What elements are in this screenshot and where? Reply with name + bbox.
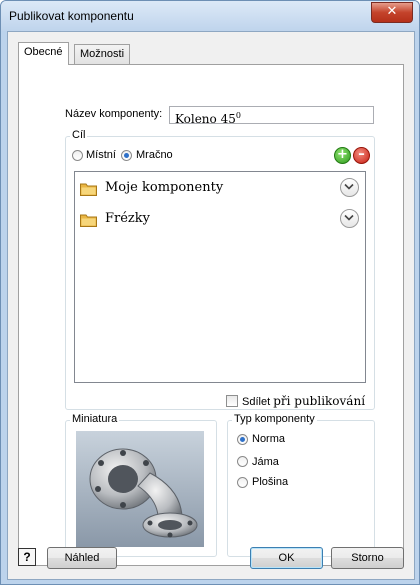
pipe-flange-image bbox=[89, 448, 198, 538]
share-label-middle: při bbox=[273, 394, 295, 408]
radio-pit-label: Jáma bbox=[252, 456, 279, 468]
folder-icon bbox=[80, 214, 97, 227]
component-name-input[interactable]: Koleno 450 bbox=[169, 106, 374, 126]
folder-name: Moje komponenty bbox=[105, 180, 224, 195]
chevron-down-icon bbox=[344, 183, 354, 190]
target-group: Cíl Místní Mračno + – Moje komponenty Fr… bbox=[65, 129, 375, 410]
publish-component-dialog: Publikovat komponentu ✕ Obecné Možnosti … bbox=[0, 0, 420, 585]
remove-folder-button[interactable]: – bbox=[353, 147, 370, 164]
tab-general[interactable]: Obecné bbox=[18, 42, 69, 65]
radio-platform-label: Plošina bbox=[252, 476, 289, 488]
help-button[interactable]: ? bbox=[18, 548, 36, 566]
component-name-value: Koleno 45 bbox=[175, 112, 236, 126]
component-name-label: Název komponenty: bbox=[65, 108, 163, 120]
expand-button[interactable] bbox=[340, 178, 359, 197]
minus-icon: – bbox=[358, 147, 365, 162]
radio-cloud[interactable] bbox=[121, 150, 132, 161]
title-bar[interactable]: Publikovat komponentu ✕ bbox=[1, 1, 419, 31]
share-label-prefix: Sdílet bbox=[242, 396, 274, 408]
cancel-button[interactable]: Storno bbox=[331, 547, 404, 569]
folder-list[interactable]: Moje komponenty Frézky bbox=[74, 171, 366, 383]
share-on-publish-checkbox[interactable] bbox=[226, 395, 238, 407]
component-type-group: Typ komponenty Norma Jáma Plošina bbox=[227, 413, 375, 557]
dialog-body: Obecné Možnosti 2D Název komponenty: Kol… bbox=[7, 31, 415, 580]
expand-button[interactable] bbox=[340, 209, 359, 228]
chevron-down-icon bbox=[344, 214, 354, 221]
radio-local[interactable] bbox=[72, 150, 83, 161]
component-name-superscript: 0 bbox=[235, 111, 241, 120]
button-bar: ? Náhled OK Storno bbox=[8, 542, 414, 579]
folder-item-milling[interactable]: Frézky bbox=[75, 205, 365, 235]
share-label-suffix: publikování bbox=[294, 394, 366, 408]
component-type-caption: Typ komponenty bbox=[232, 413, 317, 425]
folder-name: Frézky bbox=[105, 211, 150, 226]
share-on-publish-label: Sdílet při publikování bbox=[242, 394, 365, 408]
close-button[interactable]: ✕ bbox=[371, 2, 413, 23]
window-title: Publikovat komponentu bbox=[9, 9, 134, 23]
radio-platform[interactable] bbox=[237, 477, 248, 488]
thumbnail-caption: Miniatura bbox=[70, 413, 120, 425]
folder-item-my-components[interactable]: Moje komponenty bbox=[75, 174, 365, 204]
radio-local-label: Místní bbox=[86, 149, 116, 161]
tab-2d-options[interactable]: Možnosti 2D bbox=[74, 44, 131, 79]
preview-button[interactable]: Náhled bbox=[47, 547, 117, 569]
plus-icon: + bbox=[337, 147, 348, 162]
radio-pit[interactable] bbox=[237, 456, 248, 467]
add-folder-button[interactable]: + bbox=[334, 147, 351, 164]
radio-cloud-label: Mračno bbox=[136, 149, 173, 161]
tab-panel-general: Název komponenty: Koleno 450 Cíl Místní … bbox=[18, 64, 404, 566]
thumbnail-image bbox=[76, 431, 204, 547]
ok-button[interactable]: OK bbox=[250, 547, 323, 569]
thumbnail-group: Miniatura bbox=[65, 413, 217, 557]
target-group-caption: Cíl bbox=[70, 129, 88, 141]
folder-icon bbox=[80, 183, 97, 196]
radio-standard[interactable] bbox=[237, 434, 248, 445]
radio-standard-label: Norma bbox=[252, 433, 286, 445]
